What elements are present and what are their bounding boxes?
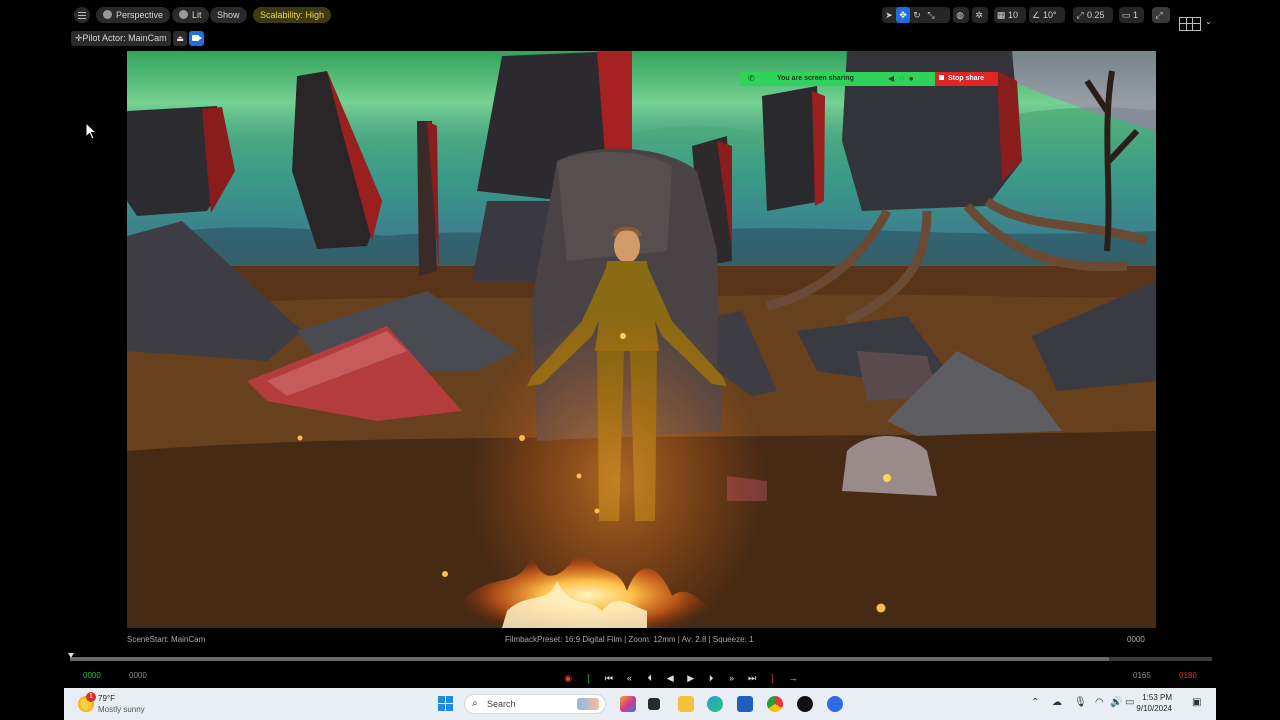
clock-time[interactable]: 1:53 PM — [1132, 693, 1172, 702]
notifications-icon[interactable]: ▣ — [1192, 697, 1201, 708]
loop-icon[interactable]: → — [785, 670, 801, 686]
transform-tools: ➤ ✥ ↻ ⤡ — [882, 7, 950, 23]
viewport-layout-button[interactable] — [1179, 17, 1201, 31]
weather-temperature: 79°F — [98, 694, 115, 703]
pilot-crosshair-icon: ✛ — [75, 33, 83, 43]
grid-snap-value: 10 — [1008, 10, 1019, 20]
windows-taskbar: 1 79°F Mostly sunny ⌕ Search ⌃ ☁ 🎙 ◠ 🔊 ▭… — [64, 688, 1216, 720]
store-icon[interactable] — [737, 696, 753, 712]
lit-button[interactable]: Lit — [172, 7, 209, 23]
shield-icon[interactable]: ● — [909, 74, 919, 83]
search-placeholder: Search — [487, 699, 516, 709]
mouse-cursor-icon — [85, 122, 97, 140]
screen-sharing-status: You are screen sharing — [777, 75, 854, 82]
task-view-icon[interactable] — [648, 698, 660, 710]
camera-lock-button[interactable] — [189, 31, 204, 46]
scale-icon[interactable]: ⤡ — [924, 7, 938, 23]
start-frame-green[interactable]: 0000 — [83, 671, 101, 680]
maximize-icon: ⤢ — [1155, 10, 1163, 20]
move-icon[interactable]: ✥ — [896, 7, 910, 23]
audio-icon[interactable]: ◀ — [888, 74, 899, 83]
globe-icon: ◍ — [956, 10, 964, 20]
filmback-info: FilmbackPreset: 16:9 Digital Film | Zoom… — [505, 635, 754, 644]
camera-speed-button[interactable]: ▭ 1 — [1119, 7, 1144, 23]
maximize-viewport-button[interactable]: ⤢ — [1152, 7, 1170, 23]
end-frame[interactable]: 0165 — [1133, 671, 1151, 680]
notification-badge: 1 — [86, 692, 96, 702]
start-marker-icon[interactable]: [ — [580, 670, 596, 686]
prev-key-icon[interactable]: « — [621, 670, 637, 686]
play-reverse-icon[interactable]: ◀ — [662, 670, 678, 686]
onedrive-icon[interactable]: ☁ — [1052, 697, 1062, 708]
level-viewport[interactable] — [127, 51, 1156, 628]
microphone-icon[interactable]: 🎙 — [1074, 697, 1087, 708]
snap-icon: ✲ — [975, 10, 983, 20]
pause-icon[interactable]: ◌ — [899, 74, 909, 83]
phone-icon: ✆ — [748, 74, 755, 83]
weather-description: Mostly sunny — [98, 705, 145, 714]
playhead-marker[interactable] — [68, 653, 74, 658]
angle-icon: ∠ — [1031, 10, 1041, 20]
surface-snap-button[interactable]: ✲ — [972, 7, 988, 23]
zoom-icon[interactable] — [827, 696, 843, 712]
end-marker-icon[interactable]: ] — [765, 670, 781, 686]
scene-render — [127, 51, 1156, 628]
cube-icon — [103, 10, 112, 19]
play-icon[interactable]: ▶ — [683, 670, 699, 686]
copilot-icon[interactable] — [620, 696, 636, 712]
timeline-range-fill — [70, 657, 1110, 661]
stop-share-button[interactable]: Stop share — [935, 72, 998, 86]
edge-icon[interactable] — [707, 696, 723, 712]
chevron-down-icon[interactable]: ⌄ — [1205, 17, 1212, 26]
rotate-icon[interactable]: ↻ — [910, 7, 924, 23]
search-icon: ⌕ — [472, 698, 478, 709]
timeline-scrubber[interactable] — [70, 657, 1212, 661]
next-key-icon[interactable]: » — [724, 670, 740, 686]
camera-icon: ▭ — [1121, 10, 1131, 20]
file-explorer-icon[interactable] — [678, 696, 694, 712]
screen-sharing-bar: ✆ You are screen sharing ◀◌● Stop share — [740, 72, 998, 86]
end-frame-red[interactable]: 0180 — [1179, 671, 1197, 680]
scalability-badge[interactable]: Scalability: High — [253, 7, 332, 23]
sphere-icon — [179, 10, 188, 19]
scale-snap-icon: ⤢ — [1076, 10, 1084, 20]
search-highlight-icon — [577, 698, 599, 710]
transport-controls: ◉ [ ⏮ « ⏴ ◀ ▶ ⏵ » ⏭ ] → — [560, 668, 801, 684]
viewport-toolbar: Perspective Lit Show Scalability: High ➤… — [0, 0, 1280, 30]
grid-icon: ▦ — [996, 10, 1006, 20]
taskbar-search[interactable]: ⌕ Search — [464, 694, 606, 714]
start-frame[interactable]: 0000 — [129, 671, 147, 680]
clock-date[interactable]: 9/10/2024 — [1120, 704, 1172, 713]
current-frame: 0000 — [1127, 635, 1145, 644]
unreal-engine-icon[interactable] — [797, 696, 813, 712]
scale-snap-value: 0.25 — [1087, 10, 1105, 20]
chrome-icon[interactable] — [767, 696, 783, 712]
stop-icon — [939, 75, 944, 80]
share-controls[interactable]: ◀◌● — [888, 72, 919, 86]
chevron-up-icon[interactable]: ⌃ — [1031, 697, 1039, 708]
camera-name: SceneStart: MainCam — [127, 635, 206, 644]
rotation-snap-button[interactable]: ∠ 10° — [1029, 7, 1065, 23]
record-icon[interactable]: ◉ — [560, 670, 576, 686]
world-local-button[interactable]: ◍ — [953, 7, 969, 23]
hamburger-menu-button[interactable] — [74, 7, 90, 23]
wifi-icon[interactable]: ◠ — [1095, 697, 1104, 708]
grid-snap-button[interactable]: ▦ 10 — [994, 7, 1026, 23]
step-back-icon[interactable]: ⏴ — [642, 670, 658, 686]
show-button[interactable]: Show — [210, 7, 247, 23]
windows-start-icon[interactable] — [438, 696, 454, 712]
jump-end-icon[interactable]: ⏭ — [744, 670, 760, 686]
pilot-actor-label: ✛Pilot Actor: MainCam — [71, 31, 171, 46]
scale-snap-button[interactable]: ⤢ 0.25 — [1073, 7, 1113, 23]
rotation-snap-value: 10° — [1043, 10, 1057, 20]
perspective-button[interactable]: Perspective — [96, 7, 171, 23]
jump-start-icon[interactable]: ⏮ — [601, 670, 617, 686]
camera-speed-value: 1 — [1133, 10, 1139, 20]
select-icon[interactable]: ➤ — [882, 7, 896, 23]
eject-pilot-button[interactable]: ⏏ — [173, 31, 187, 46]
step-forward-icon[interactable]: ⏵ — [703, 670, 719, 686]
